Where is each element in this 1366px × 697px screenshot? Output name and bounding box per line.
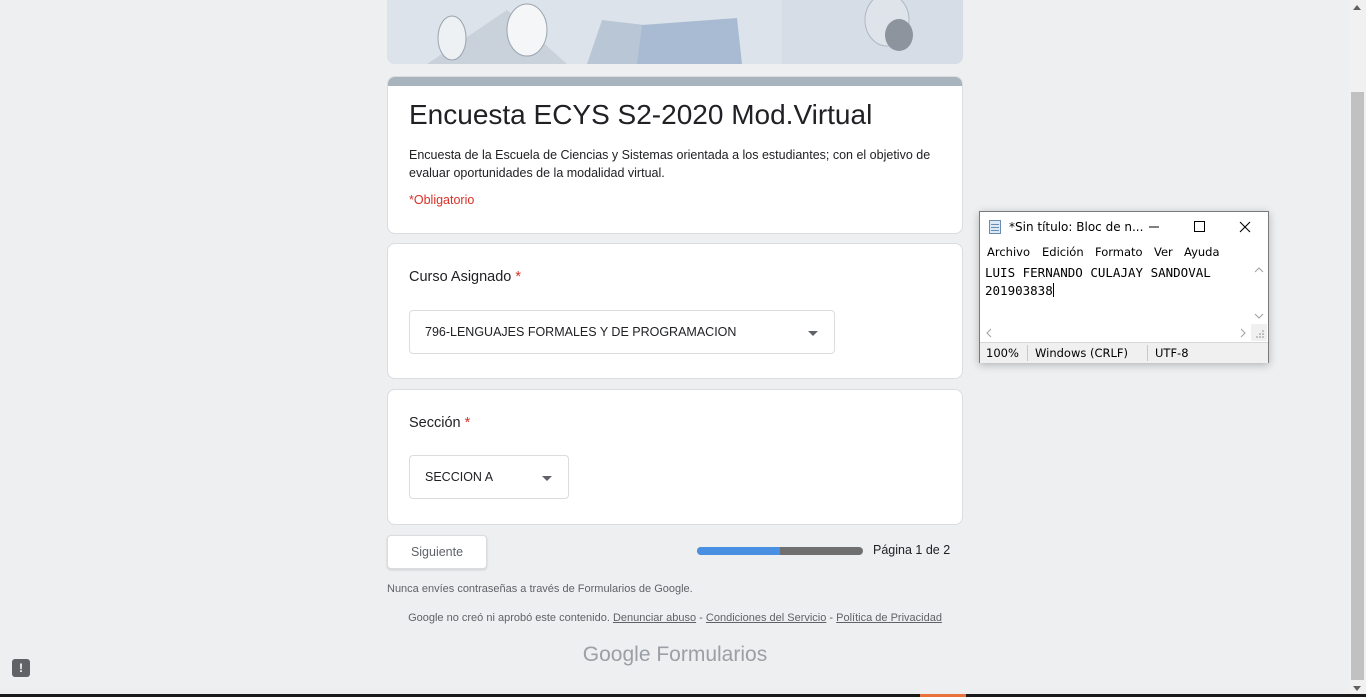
- question-label: Sección: [409, 415, 461, 431]
- link-separator: -: [699, 612, 703, 624]
- menu-ayuda[interactable]: Ayuda: [1184, 245, 1220, 259]
- status-zoom: 100%: [986, 346, 1019, 360]
- seccion-selected-value: SECCION A: [425, 470, 494, 484]
- status-encoding: UTF-8: [1155, 346, 1189, 360]
- seccion-dropdown[interactable]: SECCION A: [409, 455, 569, 499]
- page-scrollbar[interactable]: [1349, 0, 1366, 697]
- notepad-line: LUIS FERNANDO CULAJAY SANDOVAL: [985, 265, 1211, 280]
- notepad-status-bar: 100% Windows (CRLF) UTF-8: [980, 342, 1268, 363]
- menu-ver[interactable]: Ver: [1154, 245, 1173, 259]
- menu-edicion[interactable]: Edición: [1042, 245, 1084, 259]
- arrow-drop-down-icon: [542, 476, 552, 481]
- footer-links: Google no creó ni aprobó este contenido.…: [387, 612, 963, 624]
- notepad-vertical-scrollbar[interactable]: [1251, 263, 1267, 324]
- progress-bar-fill: [697, 547, 780, 555]
- text-cursor: [1052, 283, 1054, 297]
- close-icon[interactable]: [1222, 212, 1268, 242]
- maximize-icon[interactable]: [1176, 212, 1222, 242]
- question-title-seccion: Sección *: [409, 415, 470, 431]
- page-indicator: Página 1 de 2: [873, 543, 951, 557]
- notepad-horizontal-scrollbar[interactable]: [980, 324, 1251, 341]
- terms-link[interactable]: Condiciones del Servicio: [706, 612, 826, 624]
- form-title: Encuesta ECYS S2-2020 Mod.Virtual: [409, 99, 873, 130]
- curso-dropdown[interactable]: 796-LENGUAJES FORMALES Y DE PROGRAMACION: [409, 310, 835, 354]
- resize-grip-icon[interactable]: [1251, 324, 1267, 341]
- header-banner-image: [387, 0, 963, 64]
- disclaimer-text: Google no creó ni aprobó este contenido.: [408, 612, 610, 624]
- brand-google: Google: [582, 643, 651, 666]
- question-label: Curso Asignado: [409, 269, 512, 285]
- brand-product: Formularios: [656, 643, 768, 666]
- notepad-title: *Sin título: Bloc de n...: [1009, 220, 1144, 234]
- notepad-text-area[interactable]: LUIS FERNANDO CULAJAY SANDOVAL 201903838: [980, 263, 1250, 324]
- report-abuse-link[interactable]: Denunciar abuso: [613, 612, 696, 624]
- required-note: *Obligatorio: [409, 193, 475, 207]
- notepad-line: 201903838: [985, 283, 1053, 298]
- status-separator: [1027, 345, 1028, 361]
- scroll-up-icon[interactable]: [1353, 5, 1361, 10]
- link-separator: -: [829, 612, 834, 624]
- privacy-link[interactable]: Política de Privacidad: [836, 612, 942, 624]
- scrollbar-thumb[interactable]: [1351, 92, 1364, 680]
- required-star: *: [464, 415, 471, 431]
- notepad-window[interactable]: *Sin título: Bloc de n... Archivo Edició…: [979, 211, 1269, 363]
- question-title-curso: Curso Asignado *: [409, 269, 521, 285]
- next-button[interactable]: Siguiente: [387, 535, 487, 569]
- notepad-icon: [989, 220, 1001, 234]
- form-header-card: Encuesta ECYS S2-2020 Mod.Virtual Encues…: [387, 76, 963, 234]
- notepad-menu-bar: Archivo Edición Formato Ver Ayuda: [980, 243, 1268, 263]
- banner-illustration: [387, 0, 963, 64]
- form-description: Encuesta de la Escuela de Ciencias y Sis…: [409, 148, 931, 180]
- status-line-ending: Windows (CRLF): [1035, 346, 1129, 360]
- menu-formato[interactable]: Formato: [1095, 245, 1143, 259]
- notepad-content: LUIS FERNANDO CULAJAY SANDOVAL 201903838: [985, 264, 1211, 300]
- question-card-seccion: Sección * SECCION A: [387, 389, 963, 525]
- required-star: *: [515, 269, 522, 285]
- arrow-drop-down-icon: [808, 331, 818, 336]
- minimize-icon[interactable]: [1131, 212, 1177, 242]
- password-warning: Nunca envíes contraseñas a través de For…: [387, 583, 693, 595]
- progress-bar: [697, 547, 863, 555]
- question-card-curso: Curso Asignado * 796-LENGUAJES FORMALES …: [387, 243, 963, 379]
- google-forms-logo[interactable]: Google Formularios: [387, 643, 963, 667]
- notepad-title-bar[interactable]: *Sin título: Bloc de n...: [980, 212, 1268, 242]
- report-problem-icon[interactable]: !: [12, 659, 30, 677]
- scroll-down-icon[interactable]: [1353, 686, 1361, 691]
- status-separator: [1147, 345, 1148, 361]
- title-accent-bar: [388, 77, 962, 86]
- curso-selected-value: 796-LENGUAJES FORMALES Y DE PROGRAMACION: [425, 325, 737, 339]
- menu-archivo[interactable]: Archivo: [987, 245, 1030, 259]
